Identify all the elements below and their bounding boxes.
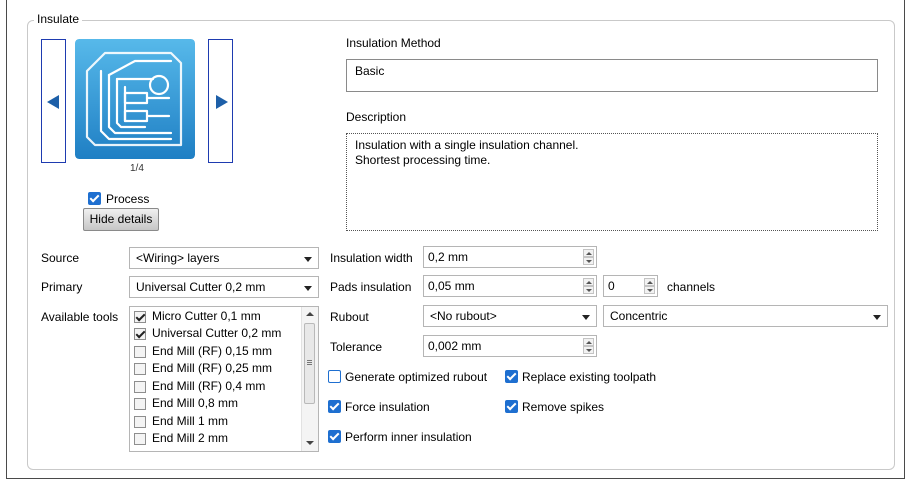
tools-scrollbar[interactable]	[301, 307, 318, 451]
scrollbar-thumb[interactable]	[304, 323, 315, 404]
replace-existing-toolpath-label: Replace existing toolpath	[522, 370, 657, 384]
force-insulation-checkbox[interactable]	[328, 400, 341, 413]
available-tools-label: Available tools	[41, 310, 119, 324]
spin-down-icon[interactable]	[644, 286, 655, 294]
tool-checkbox[interactable]	[134, 416, 146, 428]
pads-insulation-label: Pads insulation	[330, 280, 412, 294]
replace-existing-toolpath-checkbox[interactable]	[505, 370, 518, 383]
insulation-width-value: 0,2 mm	[428, 250, 469, 264]
window-border-right	[904, 0, 905, 479]
primary-label: Primary	[41, 280, 83, 294]
arrow-right-icon	[216, 95, 228, 109]
tolerance-spinbox[interactable]: 0,002 mm	[423, 335, 597, 357]
tool-checkbox[interactable]	[134, 381, 146, 393]
tool-label: End Mill (RF) 0,15 mm	[152, 344, 273, 358]
tool-label: End Mill 0,8 mm	[152, 396, 239, 410]
tool-checkbox[interactable]	[134, 398, 146, 410]
rubout-pattern-value: Concentric	[610, 309, 668, 323]
tool-checkbox[interactable]	[134, 433, 146, 445]
chevron-down-icon	[304, 286, 312, 291]
primary-combobox[interactable]: Universal Cutter 0,2 mm	[129, 276, 319, 298]
remove-spikes-checkbox[interactable]	[505, 400, 518, 413]
insulation-method-label: Insulation Method	[346, 36, 441, 50]
remove-spikes-label: Remove spikes	[522, 400, 605, 414]
channels-value: 0	[608, 279, 615, 293]
tool-label: End Mill (RF) 0,4 mm	[152, 379, 266, 393]
source-label: Source	[41, 251, 80, 265]
tolerance-label: Tolerance	[330, 340, 383, 354]
chevron-down-icon	[304, 257, 312, 262]
tool-label: End Mill (RF) 0,25 mm	[152, 361, 273, 375]
spin-up-icon[interactable]	[583, 278, 594, 286]
spin-down-icon[interactable]	[583, 346, 594, 354]
description-line: Shortest processing time.	[355, 153, 491, 167]
chevron-down-icon	[873, 315, 881, 320]
available-tools-list[interactable]: Micro Cutter 0,1 mm Universal Cutter 0,2…	[129, 306, 319, 452]
spin-up-icon[interactable]	[583, 249, 594, 257]
insulation-width-label: Insulation width	[330, 251, 413, 265]
tool-label: Universal Cutter 0,2 mm	[152, 326, 282, 340]
insulation-method-field[interactable]: Basic	[346, 59, 878, 92]
tool-label: End Mill 2 mm	[152, 431, 229, 445]
tool-label: Micro Cutter 0,1 mm	[152, 309, 261, 323]
spin-up-icon[interactable]	[644, 278, 655, 286]
previous-method-button[interactable]	[41, 39, 66, 163]
insulation-method-value: Basic	[355, 64, 385, 78]
arrow-left-icon	[47, 95, 59, 109]
description-line: Insulation with a single insulation chan…	[355, 138, 579, 152]
insulation-width-spinbox[interactable]: 0,2 mm	[423, 246, 597, 268]
scroll-down-icon[interactable]	[306, 441, 314, 445]
tool-checkbox[interactable]	[134, 311, 146, 323]
scroll-up-icon[interactable]	[306, 312, 314, 316]
tool-checkbox[interactable]	[134, 328, 146, 340]
perform-inner-insulation-label: Perform inner insulation	[345, 430, 472, 444]
rubout-label: Rubout	[330, 310, 369, 324]
primary-value: Universal Cutter 0,2 mm	[136, 280, 266, 294]
tool-checkbox[interactable]	[134, 346, 146, 358]
channels-spinbox[interactable]: 0	[603, 275, 658, 297]
source-combobox[interactable]: <Wiring> layers	[129, 247, 319, 269]
circuit-board-icon	[75, 39, 195, 159]
process-checkbox[interactable]	[88, 192, 101, 205]
rubout-pattern-combobox[interactable]: Concentric	[603, 305, 888, 327]
page-indicator: 1/4	[130, 163, 144, 174]
description-label: Description	[346, 110, 407, 124]
groupbox-title: Insulate	[34, 12, 83, 26]
source-value: <Wiring> layers	[136, 251, 220, 265]
spin-down-icon[interactable]	[583, 286, 594, 294]
rubout-value: <No rubout>	[430, 309, 497, 323]
chevron-down-icon	[582, 315, 590, 320]
spin-up-icon[interactable]	[583, 338, 594, 346]
window-border-left	[6, 0, 7, 479]
description-field[interactable]: Insulation with a single insulation chan…	[346, 133, 878, 231]
tolerance-value: 0,002 mm	[428, 339, 482, 353]
hide-details-button[interactable]: Hide details	[83, 208, 159, 231]
pads-insulation-spinbox[interactable]: 0,05 mm	[423, 275, 597, 297]
rubout-combobox[interactable]: <No rubout>	[423, 305, 597, 327]
process-label: Process	[106, 192, 150, 206]
generate-optimized-rubout-label: Generate optimized rubout	[345, 370, 488, 384]
insulation-method-preview	[75, 39, 195, 159]
tool-checkbox[interactable]	[134, 363, 146, 375]
pads-insulation-value: 0,05 mm	[428, 279, 475, 293]
channels-label: channels	[667, 280, 716, 294]
spin-down-icon[interactable]	[583, 257, 594, 265]
perform-inner-insulation-checkbox[interactable]	[328, 430, 341, 443]
force-insulation-label: Force insulation	[345, 400, 430, 414]
next-method-button[interactable]	[208, 39, 233, 163]
generate-optimized-rubout-checkbox[interactable]	[328, 370, 341, 383]
tool-label: End Mill 1 mm	[152, 414, 229, 428]
